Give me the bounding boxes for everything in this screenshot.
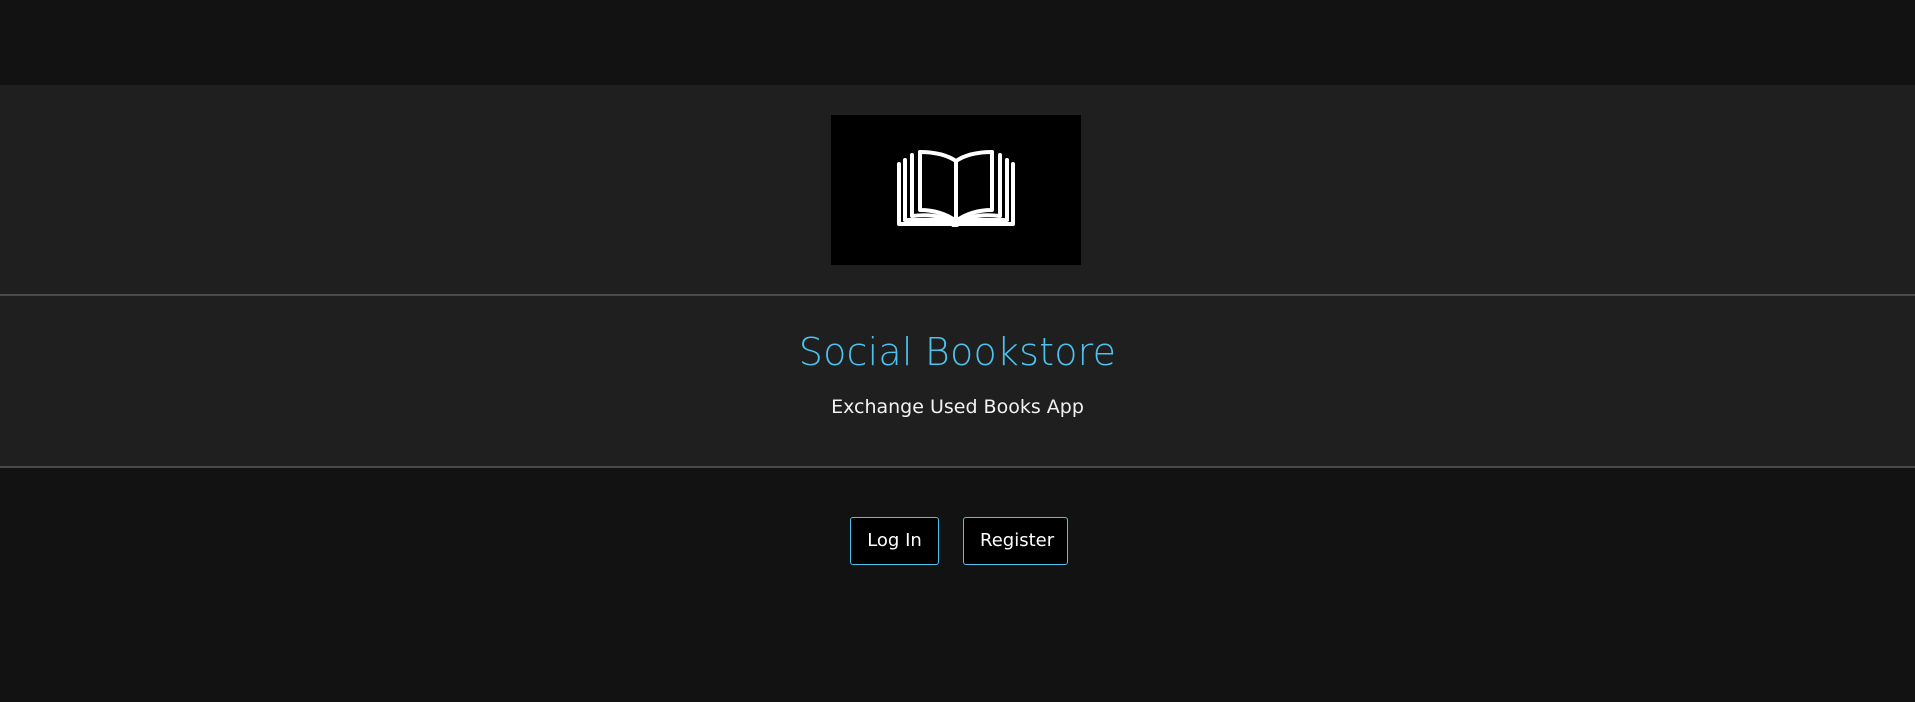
register-button[interactable]: Register xyxy=(963,517,1068,565)
page-subtitle: Exchange Used Books App xyxy=(831,396,1084,418)
page: Social Bookstore Exchange Used Books App… xyxy=(0,0,1915,702)
bottom-divider xyxy=(0,466,1915,468)
top-divider xyxy=(0,294,1915,296)
page-title: Social Bookstore xyxy=(798,330,1117,374)
login-button[interactable]: Log In xyxy=(850,517,939,565)
auth-actions: Log In Register xyxy=(0,517,1915,565)
open-book-icon xyxy=(897,150,1015,227)
logo xyxy=(831,115,1081,265)
